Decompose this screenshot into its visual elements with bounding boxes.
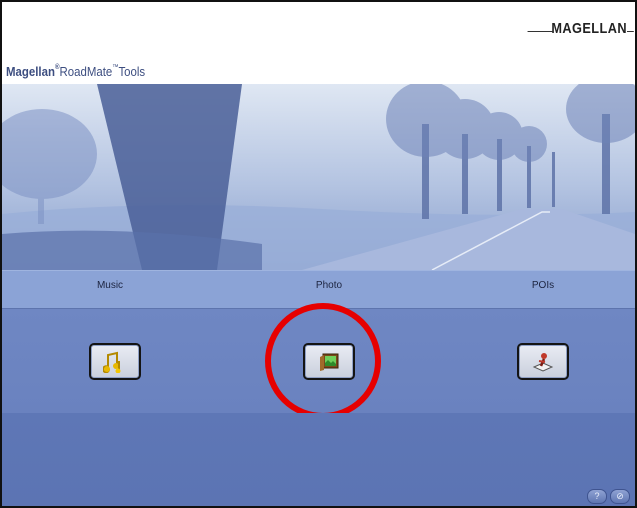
photo-label: Photo [315, 280, 343, 291]
music-label: Music [96, 280, 124, 291]
close-button[interactable]: ⊘ [610, 489, 630, 504]
banner-scene [2, 84, 635, 270]
music-button[interactable] [89, 343, 141, 380]
pois-button[interactable] [517, 343, 569, 380]
app-title-brand: Magellan [6, 64, 55, 79]
lower-panel: ? ⊘ [2, 413, 635, 506]
app-window: MAGELLAN Magellan®RoadMate™Tools Music P… [0, 0, 637, 508]
tool-button-row [2, 308, 635, 415]
help-button[interactable]: ? [587, 489, 607, 504]
music-notes-icon [103, 351, 121, 373]
tool-label-band: Music Photo POIs [2, 270, 635, 309]
road-banner-image [2, 84, 635, 270]
photo-button[interactable] [303, 343, 355, 380]
app-title-product: RoadMate [59, 64, 113, 79]
app-title-tools: Tools [118, 64, 146, 79]
photo-frame-icon [320, 353, 339, 371]
close-icon: ⊘ [616, 491, 624, 501]
help-icon: ? [594, 491, 600, 501]
header: MAGELLAN Magellan®RoadMate™Tools [2, 2, 635, 84]
poi-pushpin-icon [532, 352, 554, 372]
app-title: Magellan®RoadMate™Tools [6, 64, 146, 79]
pois-label: POIs [531, 280, 555, 291]
magellan-logo: MAGELLAN [527, 20, 634, 37]
